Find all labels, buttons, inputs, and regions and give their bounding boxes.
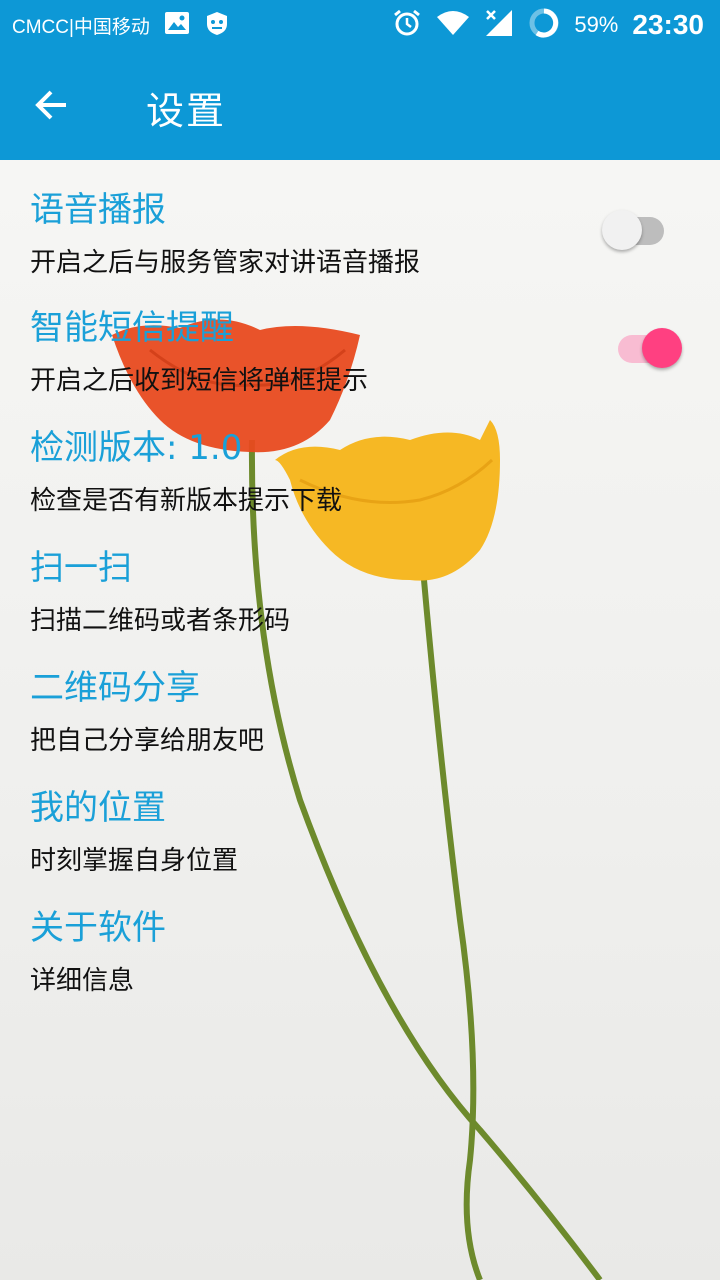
setting-qr-share[interactable]: 二维码分享 把自己分享给朋友吧 xyxy=(0,638,720,756)
setting-title: 扫一扫 xyxy=(30,548,132,588)
setting-title: 我的位置 xyxy=(30,788,166,828)
setting-subtitle: 详细信息 xyxy=(30,966,135,996)
smart-sms-switch[interactable] xyxy=(608,326,688,372)
alarm-icon xyxy=(392,8,422,42)
setting-check-version[interactable]: 检测版本: 1.0 检查是否有新版本提示下载 xyxy=(0,398,720,516)
page-title: 设置 xyxy=(146,89,227,133)
app-bar: 设置 xyxy=(0,50,720,160)
setting-subtitle: 时刻掌握自身位置 xyxy=(30,846,239,876)
setting-title: 智能短信提醒 xyxy=(30,308,234,348)
settings-list: 语音播报 开启之后与服务管家对讲语音播报 智能短信提醒 开启之后收到短信将弹框提… xyxy=(0,160,720,1280)
setting-subtitle: 检查是否有新版本提示下载 xyxy=(30,486,343,516)
battery-ring-icon xyxy=(528,7,560,43)
switch-thumb xyxy=(602,210,642,250)
setting-scan[interactable]: 扫一扫 扫描二维码或者条形码 xyxy=(0,518,720,636)
status-bar: CMCC|中国移动 59% 23:30 xyxy=(0,0,720,50)
setting-title: 二维码分享 xyxy=(30,668,200,708)
clock: 23:30 xyxy=(632,9,704,40)
switch-thumb xyxy=(642,328,682,368)
setting-subtitle: 扫描二维码或者条形码 xyxy=(30,606,291,636)
setting-voice-broadcast[interactable]: 语音播报 开启之后与服务管家对讲语音播报 xyxy=(0,160,720,278)
setting-title: 检测版本: 1.0 xyxy=(30,428,243,468)
wifi-icon xyxy=(436,9,470,41)
setting-my-location[interactable]: 我的位置 时刻掌握自身位置 xyxy=(0,758,720,876)
carrier-label: CMCC|中国移动 xyxy=(12,16,150,38)
setting-about[interactable]: 关于软件 详细信息 xyxy=(0,878,720,996)
back-button[interactable] xyxy=(30,82,82,128)
signal-icon xyxy=(484,8,514,42)
arrow-back-icon xyxy=(35,90,66,120)
setting-title: 关于软件 xyxy=(30,908,166,948)
voice-broadcast-switch[interactable] xyxy=(598,208,678,254)
battery-percent: 59% xyxy=(574,12,619,37)
setting-subtitle: 开启之后与服务管家对讲语音播报 xyxy=(30,248,421,278)
android-robot-icon xyxy=(204,10,230,40)
setting-subtitle: 开启之后收到短信将弹框提示 xyxy=(30,366,369,396)
setting-subtitle: 把自己分享给朋友吧 xyxy=(30,726,265,756)
image-icon xyxy=(164,11,190,39)
setting-title: 语音播报 xyxy=(30,190,166,230)
setting-smart-sms[interactable]: 智能短信提醒 开启之后收到短信将弹框提示 xyxy=(0,278,720,396)
